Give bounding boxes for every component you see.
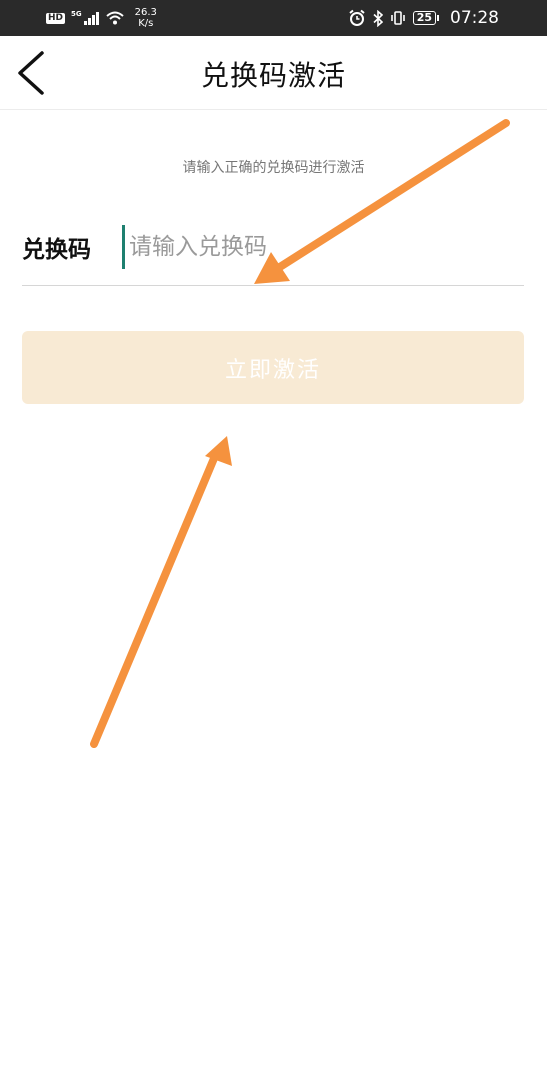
redeem-code-input[interactable] bbox=[122, 225, 459, 269]
battery-level: 25 bbox=[412, 11, 436, 25]
hint-text: 请输入正确的兑换码进行激活 bbox=[182, 160, 365, 176]
page-title: 兑换码激活 bbox=[200, 59, 346, 92]
bluetooth-icon bbox=[373, 9, 383, 27]
activate-button[interactable]: 立即激活 bbox=[22, 331, 524, 404]
hd-badge: HD bbox=[46, 12, 66, 24]
network-type: 5G bbox=[71, 10, 82, 18]
nav-bar: 兑换码激活 bbox=[0, 36, 547, 110]
status-bar: HD 5G 26.3 K/s 25 07:28 bbox=[0, 0, 547, 36]
battery-icon: 25 bbox=[412, 11, 439, 25]
wifi-icon bbox=[105, 11, 124, 25]
signal-icon bbox=[83, 11, 99, 25]
annotation-arrow-to-button bbox=[90, 436, 232, 748]
status-right: 25 07:28 bbox=[348, 0, 499, 36]
vibrate-icon bbox=[390, 11, 405, 25]
speed-value: 26.3 bbox=[134, 7, 157, 18]
speed-unit: K/s bbox=[138, 18, 154, 29]
input-divider bbox=[22, 285, 524, 286]
alarm-icon bbox=[349, 9, 365, 26]
network-speed: 26.3 K/s bbox=[135, 7, 157, 29]
clock: 07:28 bbox=[450, 8, 499, 28]
code-label: 兑换码 bbox=[22, 236, 91, 263]
status-left: HD 5G 26.3 K/s bbox=[46, 0, 157, 36]
